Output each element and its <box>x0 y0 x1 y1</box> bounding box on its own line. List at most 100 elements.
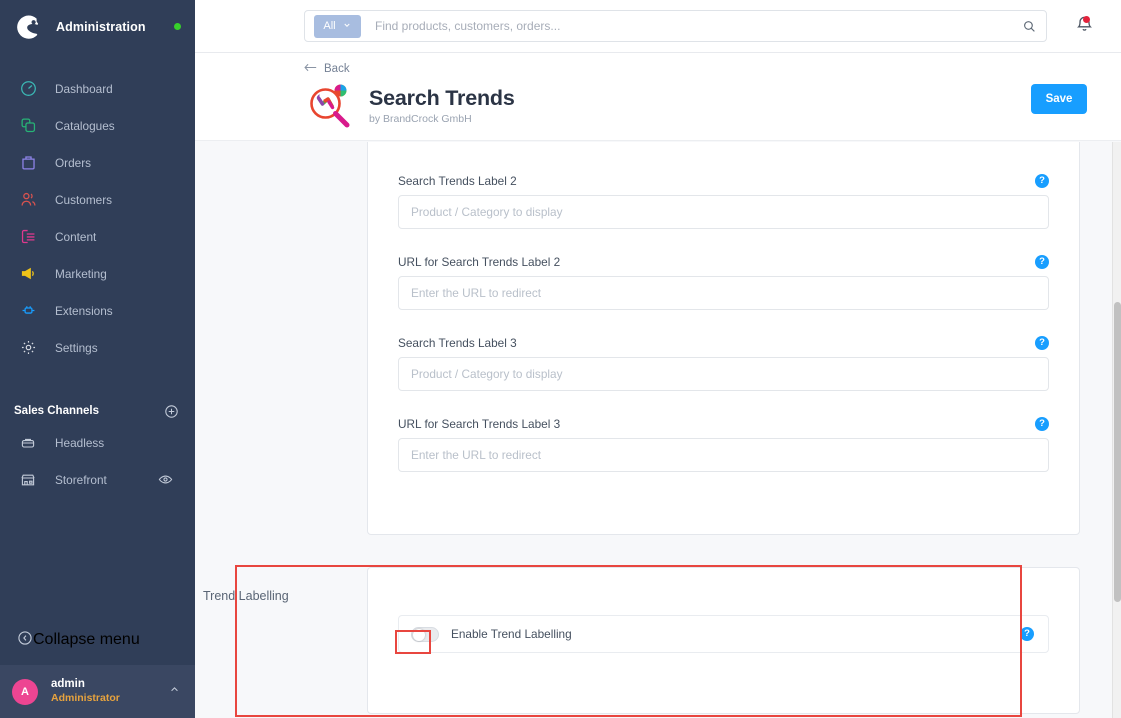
page-subtitle: by BrandCrock GmbH <box>369 113 472 125</box>
field-group-url-3: URL for Search Trends Label 3 ? <box>398 417 1049 472</box>
shopware-logo-icon <box>16 14 42 40</box>
user-info: admin Administrator <box>51 677 120 705</box>
topbar: All <box>195 0 1121 53</box>
field-label: Search Trends Label 3 <box>398 336 517 350</box>
bag-icon <box>17 152 39 174</box>
main-area: All Find products, customers, orders... … <box>195 0 1121 718</box>
field-label: URL for Search Trends Label 2 <box>398 255 561 269</box>
chevron-up-icon[interactable] <box>168 683 181 701</box>
notifications-button[interactable] <box>1047 0 1121 53</box>
search-input[interactable] <box>361 19 1017 33</box>
scrollbar-thumb[interactable] <box>1114 302 1121 602</box>
back-label: Back <box>324 63 350 75</box>
search-trends-label-3-input[interactable] <box>398 357 1049 391</box>
enable-trend-labelling-toggle[interactable] <box>411 626 439 642</box>
sidebar-item-label: Settings <box>55 340 98 355</box>
user-role: Administrator <box>51 692 120 705</box>
sidebar-item-storefront[interactable]: Storefront <box>0 461 195 498</box>
field-label-row: Search Trends Label 3 ? <box>398 336 1049 350</box>
field-group-label-3: Search Trends Label 3 ? <box>398 336 1049 391</box>
page-title-row: Search Trends by BrandCrock GmbH <box>304 80 515 132</box>
global-search: All <box>304 10 1048 42</box>
sales-channels-title: Sales Channels <box>14 405 100 417</box>
settings-content: Search Trends Label 2 ? URL for Search T… <box>195 142 1112 718</box>
headless-icon <box>17 432 39 454</box>
users-icon <box>17 189 39 211</box>
sidebar-brand[interactable]: Administration <box>0 0 195 53</box>
chevron-left-circle-icon <box>17 630 33 651</box>
help-icon[interactable]: ? <box>1035 336 1049 350</box>
online-dot <box>174 23 181 30</box>
sidebar-item-label: Storefront <box>55 472 107 487</box>
field-label-row: URL for Search Trends Label 3 ? <box>398 417 1049 431</box>
sidebar-item-label: Catalogues <box>55 118 115 133</box>
sidebar-item-dashboard[interactable]: Dashboard <box>0 70 195 107</box>
trend-labelling-card: Enable Trend Labelling ? <box>367 567 1080 714</box>
sidebar-item-label: Customers <box>55 192 113 207</box>
sidebar: Administration Dashboard Catalogues Orde… <box>0 0 195 718</box>
user-menu[interactable]: A admin Administrator <box>0 665 195 718</box>
collapse-menu-button[interactable]: Collapse menu <box>0 621 195 659</box>
sidebar-item-settings[interactable]: Settings <box>0 329 195 366</box>
page-header: Back Search Trends by BrandCrock GmbH Sa… <box>195 53 1121 141</box>
vertical-scrollbar[interactable] <box>1112 142 1121 718</box>
magnifier-icon[interactable] <box>1016 19 1042 34</box>
sidebar-item-label: Dashboard <box>55 81 113 96</box>
sidebar-item-label: Content <box>55 229 97 244</box>
help-icon[interactable]: ? <box>1035 255 1049 269</box>
field-group-label-2: Search Trends Label 2 ? <box>398 174 1049 229</box>
sidebar-item-catalogues[interactable]: Catalogues <box>0 107 195 144</box>
sidebar-item-label: Extensions <box>55 303 113 318</box>
collapse-menu-label: Collapse menu <box>33 631 140 648</box>
sidebar-item-customers[interactable]: Customers <box>0 181 195 218</box>
page-title-block: Search Trends by BrandCrock GmbH <box>369 80 515 125</box>
arrow-left-icon <box>304 60 317 78</box>
plug-icon <box>17 300 39 322</box>
sidebar-item-orders[interactable]: Orders <box>0 144 195 181</box>
user-name: admin <box>51 678 85 691</box>
megaphone-icon <box>17 263 39 285</box>
gear-icon <box>17 337 39 359</box>
url-for-search-trends-label-2-input[interactable] <box>398 276 1049 310</box>
app-root: Administration Dashboard Catalogues Orde… <box>0 0 1121 718</box>
plus-circle-icon[interactable] <box>164 404 179 419</box>
url-for-search-trends-label-3-input[interactable] <box>398 438 1049 472</box>
sidebar-nav: Dashboard Catalogues Orders Customers Co… <box>0 70 195 366</box>
toggle-knob <box>413 628 425 641</box>
field-label: Search Trends Label 2 <box>398 174 517 188</box>
eye-icon[interactable] <box>158 472 173 487</box>
enable-trend-labelling-row: Enable Trend Labelling ? <box>398 615 1049 653</box>
sidebar-item-headless[interactable]: Headless <box>0 424 195 461</box>
speedometer-icon <box>17 78 39 100</box>
sidebar-item-label: Headless <box>55 435 105 450</box>
help-icon[interactable]: ? <box>1035 174 1049 188</box>
unread-dot <box>1083 15 1090 23</box>
search-trends-fields-card: Search Trends Label 2 ? URL for Search T… <box>367 142 1080 535</box>
save-button[interactable]: Save <box>1031 84 1087 114</box>
field-label: URL for Search Trends Label 3 <box>398 417 561 431</box>
field-label-row: Search Trends Label 2 ? <box>398 174 1049 188</box>
content-list-icon <box>17 226 39 248</box>
search-trends-label-2-input[interactable] <box>398 195 1049 229</box>
search-scope-dropdown[interactable]: All <box>314 14 361 38</box>
back-link[interactable]: Back <box>304 60 350 78</box>
sidebar-item-marketing[interactable]: Marketing <box>0 255 195 292</box>
sidebar-item-extensions[interactable]: Extensions <box>0 292 195 329</box>
trend-labelling-section-label: Trend Labelling <box>203 589 289 603</box>
help-icon[interactable]: ? <box>1020 627 1034 641</box>
field-group-url-2: URL for Search Trends Label 2 ? <box>398 255 1049 310</box>
sidebar-item-label: Marketing <box>55 266 107 281</box>
field-label-row: URL for Search Trends Label 2 ? <box>398 255 1049 269</box>
search-scope-label: All <box>323 20 336 32</box>
storefront-icon <box>17 469 39 491</box>
chevron-down-icon <box>342 17 352 35</box>
sidebar-sales-channels-header: Sales Channels <box>0 398 195 424</box>
sidebar-item-content[interactable]: Content <box>0 218 195 255</box>
sidebar-brand-title: Administration <box>56 19 146 34</box>
layers-icon <box>17 115 39 137</box>
sidebar-item-label: Orders <box>55 155 92 170</box>
enable-trend-labelling-label: Enable Trend Labelling <box>451 627 572 641</box>
help-icon[interactable]: ? <box>1035 417 1049 431</box>
avatar: A <box>12 678 38 705</box>
